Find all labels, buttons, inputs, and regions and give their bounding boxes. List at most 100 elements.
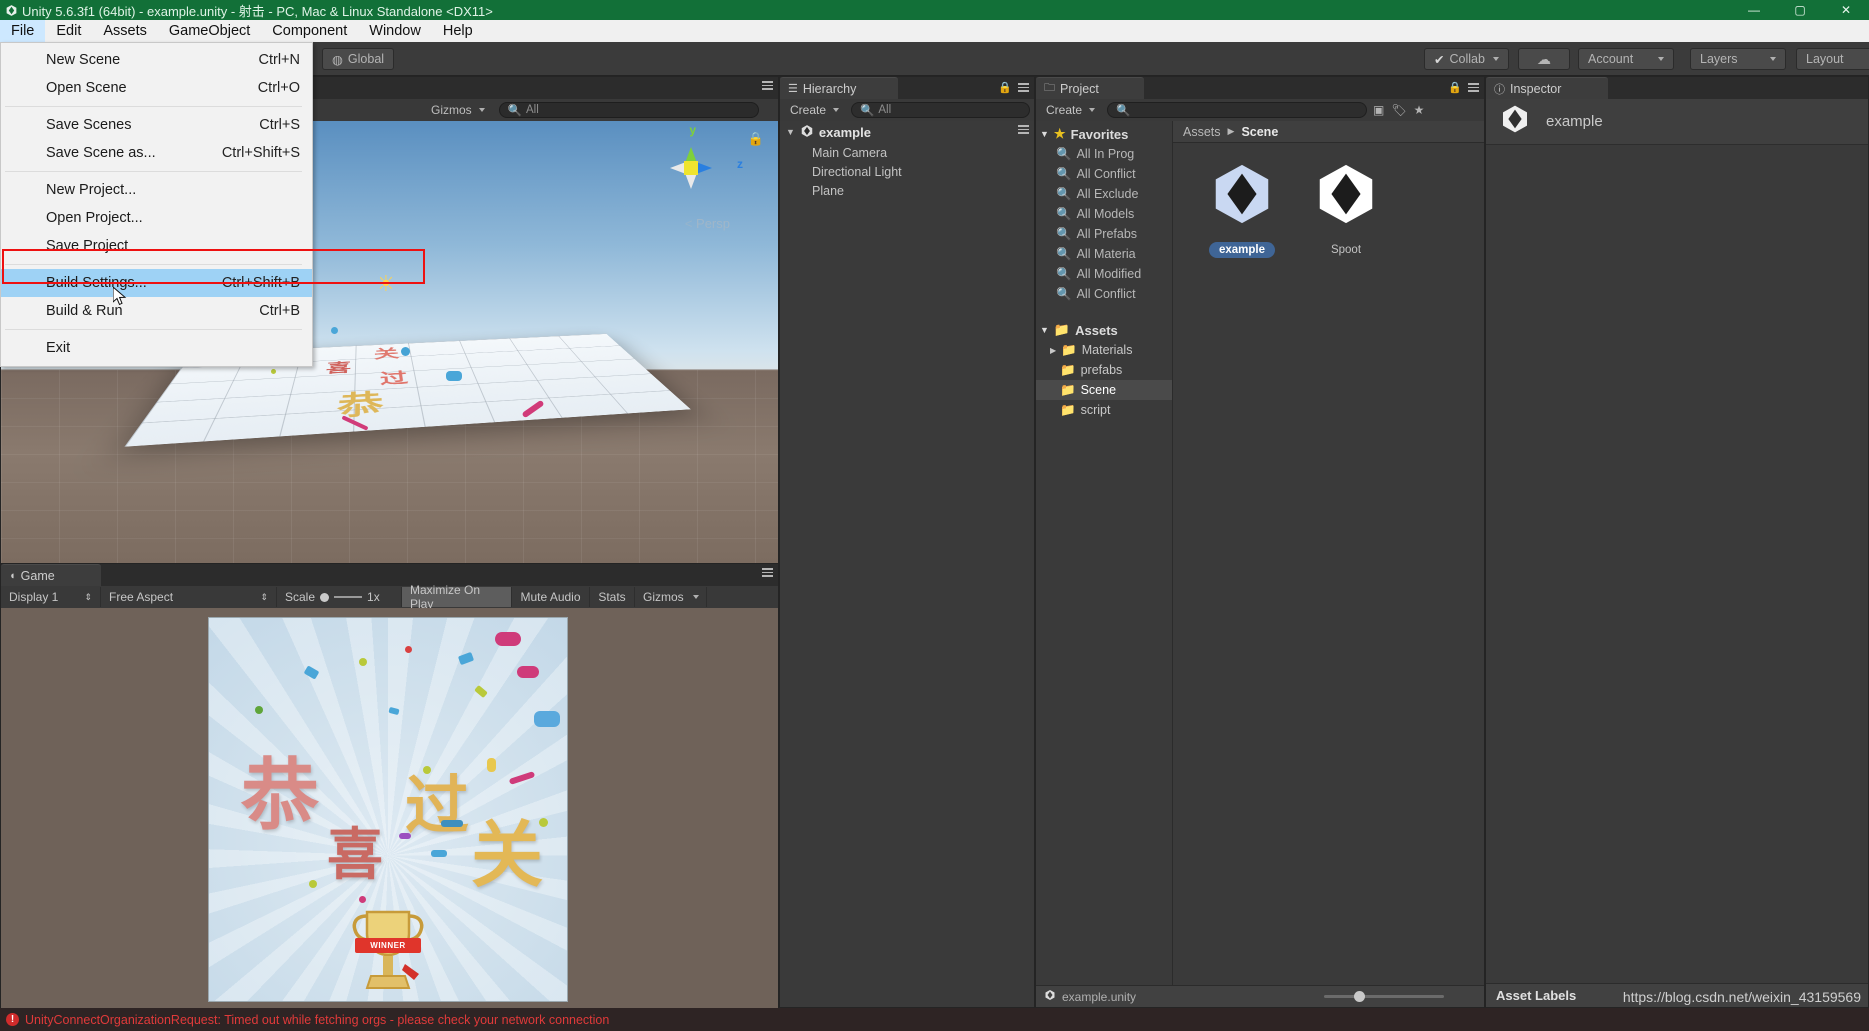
maximize-on-play-toggle[interactable]: Maximize On Play xyxy=(402,583,512,611)
menu-assets[interactable]: Assets xyxy=(92,20,158,42)
close-button[interactable]: ✕ xyxy=(1823,0,1869,20)
lock-icon[interactable]: 🔒 xyxy=(998,81,1012,94)
search-icon: 🔍 xyxy=(1056,286,1072,301)
menu-item-build-and-run[interactable]: Build & Run Ctrl+B xyxy=(1,297,312,325)
favorite-item[interactable]: 🔍 All Models xyxy=(1036,204,1172,224)
project-tab-options[interactable]: 🔒 xyxy=(1448,81,1479,94)
menu-window[interactable]: Window xyxy=(358,20,432,42)
inspector-tab-row: ⓘ Inspector xyxy=(1486,77,1868,99)
menu-item-build-settings[interactable]: Build Settings... Ctrl+Shift+B xyxy=(1,269,312,297)
hierarchy-scene-root[interactable]: ▼ example xyxy=(780,121,1034,143)
chevron-right-icon[interactable]: ▶ xyxy=(1050,346,1056,355)
hierarchy-create-button[interactable]: Create xyxy=(784,103,845,117)
project-search-input[interactable]: 🔍 xyxy=(1107,102,1368,118)
scene-confetti xyxy=(446,371,462,381)
scale-slider[interactable]: Scale 1x xyxy=(277,587,402,607)
scene-search-input[interactable]: 🔍 All xyxy=(498,102,759,118)
project-folder-prefabs[interactable]: 📁 prefabs xyxy=(1036,360,1172,380)
pivot-rotation-button[interactable]: ◍ Global xyxy=(322,48,395,70)
menu-item-open-project[interactable]: Open Project... xyxy=(1,204,312,232)
star-icon[interactable]: ★ xyxy=(1414,103,1425,117)
hamburger-icon[interactable] xyxy=(762,81,773,90)
menu-help[interactable]: Help xyxy=(432,20,484,42)
mute-audio-toggle[interactable]: Mute Audio xyxy=(512,587,590,607)
hierarchy-create-label: Create xyxy=(790,103,827,117)
project-folder-script[interactable]: 📁 script xyxy=(1036,400,1172,420)
hierarchy-icon: ☰ xyxy=(788,83,798,95)
chevron-down-icon[interactable]: ▼ xyxy=(1040,129,1049,139)
directional-light-gizmo[interactable]: ☀ xyxy=(376,271,396,297)
hamburger-icon[interactable] xyxy=(1018,125,1029,134)
minimize-button[interactable]: — xyxy=(1731,0,1777,20)
tag-icon[interactable]: 🏷 xyxy=(1391,103,1406,117)
collab-button[interactable]: ✔ Collab xyxy=(1424,48,1509,70)
gizmos-dropdown[interactable]: Gizmos xyxy=(431,103,485,117)
project-create-label: Create xyxy=(1046,103,1083,117)
chevron-down-icon[interactable]: ▼ xyxy=(1040,325,1049,335)
cloud-button[interactable]: ☁ xyxy=(1518,48,1570,70)
project-assets-header[interactable]: ▼ 📁 Assets xyxy=(1036,320,1172,340)
favorite-item[interactable]: 🔍 All Prefabs xyxy=(1036,224,1172,244)
menu-item-exit[interactable]: Exit xyxy=(1,334,312,362)
menu-item-new-project[interactable]: New Project... xyxy=(1,176,312,204)
project-folder-materials[interactable]: ▶ 📁 Materials xyxy=(1036,340,1172,360)
error-icon: ! xyxy=(6,1013,19,1026)
package-icon[interactable]: ▣ xyxy=(1373,103,1384,117)
hierarchy-tab-options[interactable]: 🔒 xyxy=(998,81,1029,94)
menu-file[interactable]: File xyxy=(0,20,46,42)
menu-gameobject[interactable]: GameObject xyxy=(158,20,261,42)
inspector-header: example xyxy=(1486,99,1868,145)
asset-zoom-slider[interactable] xyxy=(1324,991,1444,1002)
scale-knob[interactable] xyxy=(320,592,330,602)
stats-toggle[interactable]: Stats xyxy=(590,587,635,607)
hierarchy-item-directional-light[interactable]: Directional Light xyxy=(780,162,1034,181)
favorite-item[interactable]: 🔍 All Materia xyxy=(1036,244,1172,264)
maximize-button[interactable]: ▢ xyxy=(1777,0,1823,20)
asset-item-example[interactable]: example xyxy=(1201,159,1283,258)
account-button[interactable]: Account xyxy=(1578,48,1674,70)
game-gizmos-dropdown[interactable]: Gizmos xyxy=(635,587,707,607)
menu-item-new-scene[interactable]: New Scene Ctrl+N xyxy=(1,46,312,74)
tab-hierarchy[interactable]: ☰ Hierarchy xyxy=(780,77,898,99)
tab-project[interactable]: 🗀 Project xyxy=(1036,77,1144,99)
menu-edit[interactable]: Edit xyxy=(45,20,92,42)
lock-icon[interactable]: 🔒 xyxy=(748,131,764,147)
chevron-down-icon[interactable]: ▼ xyxy=(786,127,795,137)
hierarchy-item-plane[interactable]: Plane xyxy=(780,181,1034,200)
favorite-item[interactable]: 🔍 All Modified xyxy=(1036,264,1172,284)
aspect-dropdown[interactable]: Free Aspect ⇕ xyxy=(101,587,277,607)
menu-component[interactable]: Component xyxy=(261,20,358,42)
game-viewport[interactable]: 恭 喜 过 关 WINNER xyxy=(1,608,778,1009)
asset-zoom-knob[interactable] xyxy=(1354,991,1365,1002)
tab-inspector[interactable]: ⓘ Inspector xyxy=(1486,77,1608,99)
perspective-label[interactable]: < Persp xyxy=(685,216,730,231)
menu-item-save-project[interactable]: Save Project xyxy=(1,232,312,260)
scene-tab-options[interactable] xyxy=(762,81,773,90)
lock-icon[interactable]: 🔒 xyxy=(1448,81,1462,94)
hierarchy-item-main-camera[interactable]: Main Camera xyxy=(780,143,1034,162)
project-create-button[interactable]: Create xyxy=(1040,103,1101,117)
status-bar[interactable]: ! UnityConnectOrganizationRequest: Timed… xyxy=(0,1008,1869,1031)
breadcrumb-scene[interactable]: Scene xyxy=(1241,125,1278,139)
layout-button[interactable]: Layout xyxy=(1796,48,1869,70)
layers-button[interactable]: Layers xyxy=(1690,48,1786,70)
hierarchy-search-input[interactable]: 🔍 All xyxy=(851,102,1030,118)
display-dropdown[interactable]: Display 1 ⇕ xyxy=(1,587,101,607)
menu-item-save-scene-as[interactable]: Save Scene as... Ctrl+Shift+S xyxy=(1,139,312,167)
menu-item-save-scenes[interactable]: Save Scenes Ctrl+S xyxy=(1,111,312,139)
scene-axis-gizmo[interactable] xyxy=(652,129,730,207)
hamburger-icon[interactable] xyxy=(762,568,773,577)
breadcrumb-assets[interactable]: Assets xyxy=(1183,125,1221,139)
game-tab-options[interactable] xyxy=(762,568,773,577)
project-folder-scene[interactable]: 📁 Scene xyxy=(1036,380,1172,400)
project-favorites-header[interactable]: ▼ ★ Favorites xyxy=(1036,124,1172,144)
hamburger-icon[interactable] xyxy=(1018,83,1029,92)
favorite-item[interactable]: 🔍 All Conflict xyxy=(1036,284,1172,304)
favorite-item[interactable]: 🔍 All In Prog xyxy=(1036,144,1172,164)
favorite-item[interactable]: 🔍 All Conflict xyxy=(1036,164,1172,184)
menu-item-open-scene[interactable]: Open Scene Ctrl+O xyxy=(1,74,312,102)
asset-item-spoot[interactable]: Spoot xyxy=(1305,159,1387,258)
tab-game[interactable]: ◖ Game xyxy=(1,564,101,586)
hamburger-icon[interactable] xyxy=(1468,83,1479,92)
favorite-item[interactable]: 🔍 All Exclude xyxy=(1036,184,1172,204)
